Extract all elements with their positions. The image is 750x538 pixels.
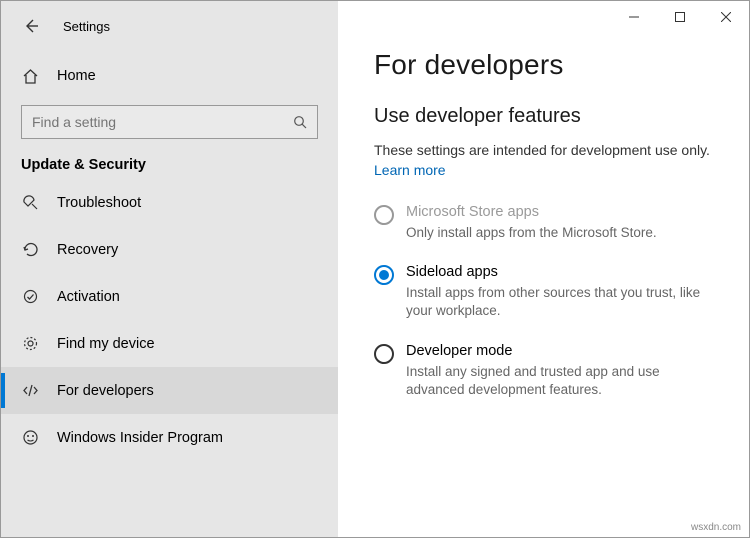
section-title: Update & Security: [21, 157, 338, 173]
subheading: Use developer features: [374, 105, 713, 128]
home-nav[interactable]: Home: [1, 57, 338, 95]
sidebar-item-troubleshoot[interactable]: Troubleshoot: [1, 179, 338, 226]
activation-icon: [21, 288, 39, 305]
radio-text: Sideload apps Install apps from other so…: [406, 264, 713, 320]
radio-icon: [374, 344, 394, 364]
find-icon: [21, 335, 39, 352]
sidebar-item-label: For developers: [57, 383, 154, 399]
radio-icon: [374, 265, 394, 285]
radio-title: Sideload apps: [406, 264, 713, 280]
app-title: Settings: [63, 19, 110, 34]
sidebar-item-windows-insider[interactable]: Windows Insider Program: [1, 414, 338, 461]
sidebar-item-label: Find my device: [57, 336, 155, 352]
radio-microsoft-store-apps[interactable]: Microsoft Store apps Only install apps f…: [374, 204, 713, 242]
radio-title: Developer mode: [406, 343, 713, 359]
page-title: For developers: [374, 49, 713, 81]
troubleshoot-icon: [21, 194, 39, 211]
watermark: wsxdn.com: [691, 522, 741, 533]
sidebar-item-label: Recovery: [57, 242, 118, 258]
sidebar: Settings Home Update & Security Troubles…: [1, 1, 338, 537]
recovery-icon: [21, 241, 39, 258]
radio-description: Only install apps from the Microsoft Sto…: [406, 224, 657, 242]
search-wrap: [21, 105, 318, 139]
minimize-button[interactable]: [611, 1, 657, 33]
home-label: Home: [57, 68, 96, 84]
titlebar: Settings: [1, 7, 338, 45]
radio-title: Microsoft Store apps: [406, 204, 657, 220]
radio-description: Install apps from other sources that you…: [406, 284, 713, 320]
radio-icon: [374, 205, 394, 225]
learn-more-link[interactable]: Learn more: [374, 162, 446, 178]
home-icon: [21, 68, 39, 85]
sidebar-item-label: Windows Insider Program: [57, 430, 223, 446]
maximize-button[interactable]: [657, 1, 703, 33]
sidebar-item-recovery[interactable]: Recovery: [1, 226, 338, 273]
dev-icon: [21, 382, 39, 399]
sidebar-item-for-developers[interactable]: For developers: [1, 367, 338, 414]
search-input[interactable]: [21, 105, 318, 139]
sidebar-item-label: Activation: [57, 289, 120, 305]
sidebar-item-activation[interactable]: Activation: [1, 273, 338, 320]
close-button[interactable]: [703, 1, 749, 33]
insider-icon: [21, 429, 39, 446]
radio-text: Developer mode Install any signed and tr…: [406, 343, 713, 399]
window-controls: [611, 1, 749, 33]
main-panel: For developers Use developer features Th…: [338, 1, 749, 537]
radio-sideload-apps[interactable]: Sideload apps Install apps from other so…: [374, 264, 713, 320]
back-button[interactable]: [19, 14, 43, 38]
sidebar-item-find-my-device[interactable]: Find my device: [1, 320, 338, 367]
sidebar-item-label: Troubleshoot: [57, 195, 141, 211]
settings-description: These settings are intended for developm…: [374, 142, 713, 158]
app-window: Settings Home Update & Security Troubles…: [1, 1, 749, 537]
radio-text: Microsoft Store apps Only install apps f…: [406, 204, 657, 242]
radio-group: Microsoft Store apps Only install apps f…: [374, 204, 713, 399]
radio-developer-mode[interactable]: Developer mode Install any signed and tr…: [374, 343, 713, 399]
radio-description: Install any signed and trusted app and u…: [406, 363, 713, 399]
